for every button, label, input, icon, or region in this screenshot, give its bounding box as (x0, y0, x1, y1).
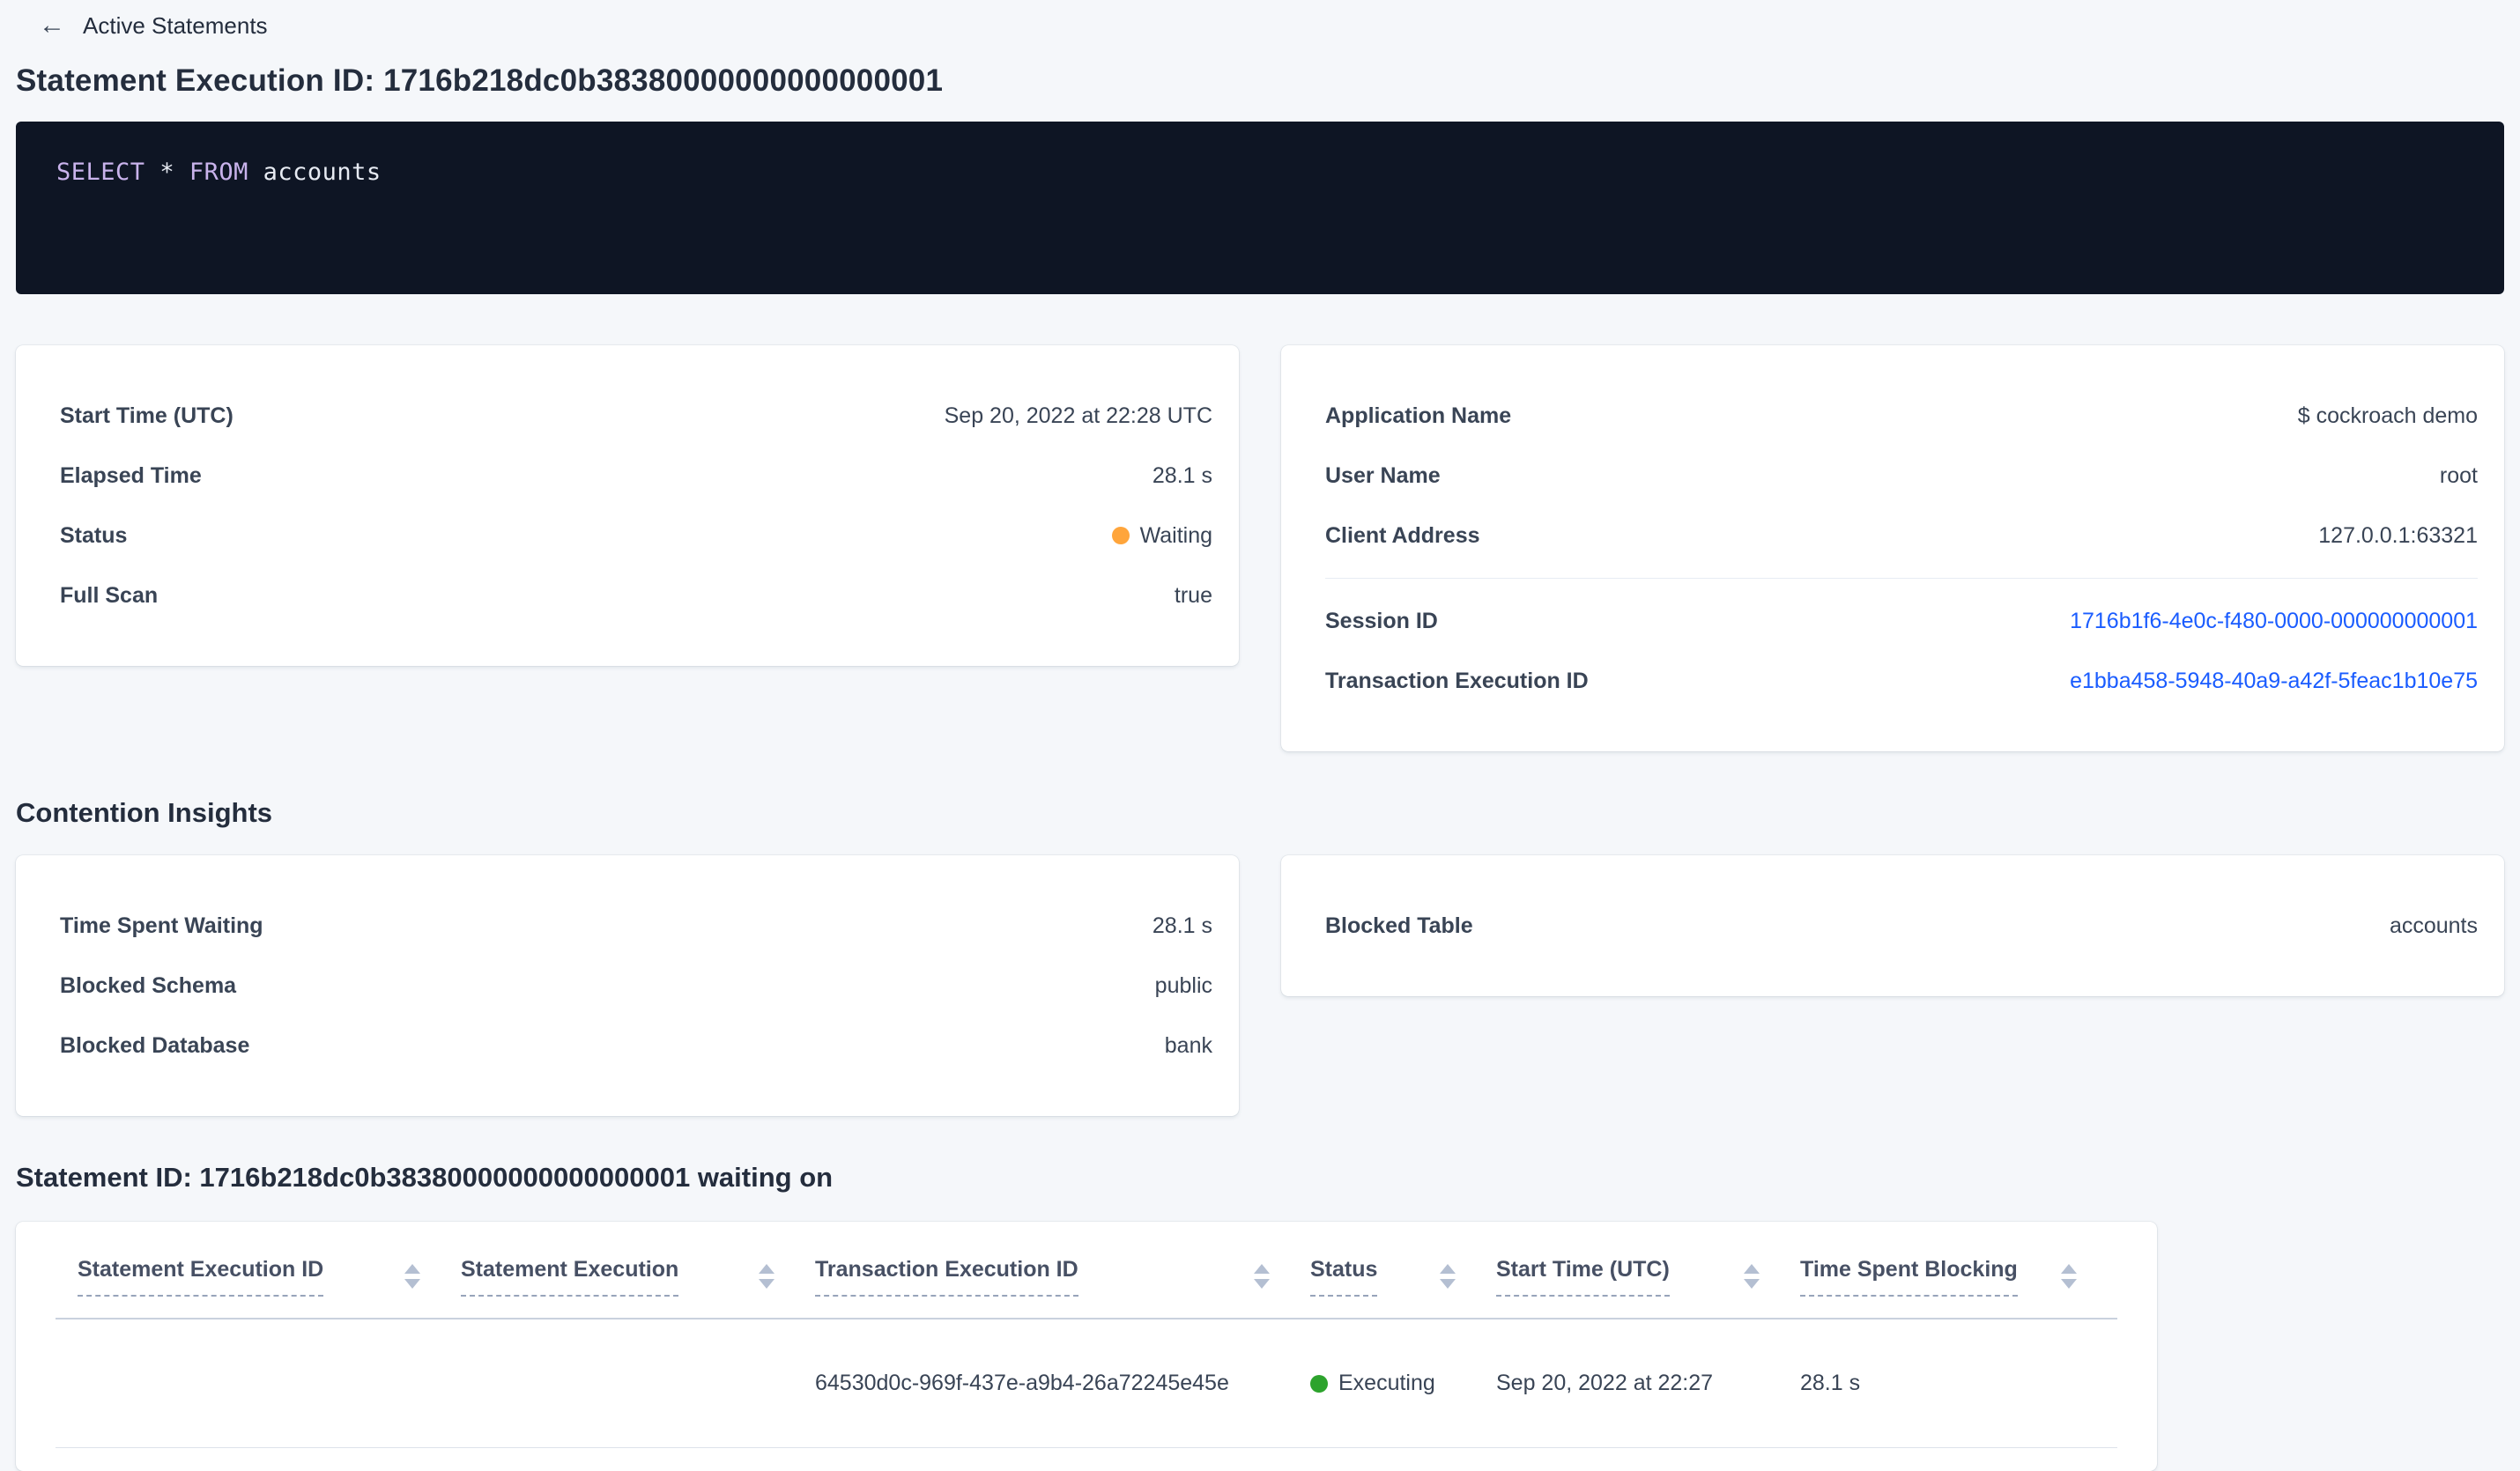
statement-overview-card: Start Time (UTC) Sep 20, 2022 at 22:28 U… (16, 345, 1239, 666)
session-id-link[interactable]: 1716b1f6-4e0c-f480-0000-000000000001 (2070, 609, 2478, 634)
kv-label: Blocked Schema (60, 972, 237, 998)
column-header-time-spent-blocking: Time Spent Blocking (1800, 1257, 2117, 1318)
contention-details-card: Time Spent Waiting 28.1 s Blocked Schema… (16, 855, 1239, 1116)
sql-table-name: accounts (263, 159, 382, 186)
kv-label: Application Name (1325, 403, 1512, 428)
column-header-label[interactable]: Time Spent Blocking (1800, 1257, 2018, 1297)
kv-row-client-address: Client Address 127.0.0.1:63321 (1325, 506, 2478, 565)
back-to-active-statements-link[interactable]: ← Active Statements (39, 7, 2504, 44)
kv-value: Sep 20, 2022 at 22:28 UTC (944, 403, 1212, 428)
kv-row-elapsed-time: Elapsed Time 28.1 s (60, 446, 1212, 506)
kv-label: Client Address (1325, 522, 1480, 548)
kv-row-status: Status Waiting (60, 506, 1212, 565)
kv-label: Blocked Database (60, 1032, 250, 1058)
kv-label: Status (60, 522, 128, 548)
kv-value: 127.0.0.1:63321 (2318, 522, 2478, 548)
transaction-execution-id-link[interactable]: e1bba458-5948-40a9-a42f-5feac1b10e75 (2070, 669, 2478, 694)
column-header-start-time: Start Time (UTC) (1496, 1257, 1800, 1318)
column-header-label[interactable]: Transaction Execution ID (815, 1257, 1078, 1297)
kv-label: Session ID (1325, 608, 1438, 633)
column-header-statement-execution-id: Statement Execution ID (56, 1257, 461, 1318)
kv-value: public (1154, 972, 1212, 998)
waiting-on-heading: Statement ID: 1716b218dc0b38380000000000… (16, 1162, 834, 1193)
kv-label: Time Spent Waiting (60, 913, 263, 938)
sql-statement-box: SELECT * FROM accounts (16, 122, 2504, 294)
sort-icon[interactable] (759, 1264, 775, 1289)
kv-row-application-name: Application Name $ cockroach demo (1325, 386, 2478, 446)
kv-row-time-spent-waiting: Time Spent Waiting 28.1 s (60, 896, 1212, 956)
kv-label: Full Scan (60, 582, 159, 608)
status-text: Executing (1338, 1371, 1435, 1395)
kv-row-start-time: Start Time (UTC) Sep 20, 2022 at 22:28 U… (60, 386, 1212, 446)
kv-label: Blocked Table (1325, 913, 1473, 938)
sql-keyword: SELECT (56, 159, 145, 186)
cell-status: Executing (1310, 1371, 1496, 1396)
kv-value: accounts (2389, 913, 2478, 938)
column-header-label[interactable]: Status (1310, 1257, 1378, 1297)
kv-label: Transaction Execution ID (1325, 668, 1589, 693)
table-header-row: Statement Execution ID Statement Executi… (56, 1222, 2117, 1319)
column-header-label[interactable]: Start Time (UTC) (1496, 1257, 1670, 1297)
kv-label: Elapsed Time (60, 462, 202, 488)
cell-transaction-execution-id: 64530d0c-969f-437e-a9b4-26a72245e45e (815, 1371, 1229, 1395)
kv-label: User Name (1325, 462, 1441, 488)
status-value: Waiting (1111, 522, 1212, 549)
summary-cards-row: Start Time (UTC) Sep 20, 2022 at 22:28 U… (16, 345, 2504, 751)
sql-statement-text: SELECT * FROM accounts (56, 159, 382, 186)
kv-row-blocked-schema: Blocked Schema public (60, 956, 1212, 1016)
kv-row-blocked-table: Blocked Table accounts (1325, 896, 2478, 956)
kv-row-transaction-execution-id: Transaction Execution ID e1bba458-5948-4… (1325, 651, 2478, 711)
kv-value: 28.1 s (1152, 913, 1212, 938)
column-header-transaction-execution-id: Transaction Execution ID (815, 1257, 1310, 1318)
sort-icon[interactable] (1440, 1264, 1456, 1289)
sort-icon[interactable] (1744, 1264, 1760, 1289)
status-text: Waiting (1139, 522, 1212, 548)
kv-value: 28.1 s (1152, 462, 1212, 488)
card-divider (1325, 578, 2478, 579)
kv-label: Start Time (UTC) (60, 403, 233, 428)
kv-row-full-scan: Full Scan true (60, 565, 1212, 625)
back-arrow-icon: ← (39, 11, 65, 40)
page-title: Statement Execution ID: 1716b218dc0b3838… (16, 63, 944, 98)
kv-value: root (2439, 462, 2478, 488)
sort-icon[interactable] (1254, 1264, 1270, 1289)
column-header-statement-execution: Statement Execution (461, 1257, 815, 1318)
sql-star: * (159, 159, 175, 186)
statement-execution-page: ← Active Statements Statement Execution … (0, 0, 2520, 1471)
column-header-label[interactable]: Statement Execution ID (78, 1257, 324, 1297)
waiting-status-dot-icon (1111, 527, 1130, 544)
executing-status-dot-icon (1310, 1374, 1328, 1393)
kv-row-session-id: Session ID 1716b1f6-4e0c-f480-0000-00000… (1325, 591, 2478, 651)
cell-time-spent-blocking: 28.1 s (1800, 1371, 1861, 1395)
kv-value: $ cockroach demo (2297, 403, 2478, 428)
sql-keyword: FROM (189, 159, 248, 186)
breadcrumb-label: Active Statements (83, 11, 268, 39)
kv-value: true (1174, 582, 1212, 608)
kv-value: bank (1164, 1032, 1212, 1058)
column-header-label[interactable]: Statement Execution (461, 1257, 679, 1297)
session-details-card: Application Name $ cockroach demo User N… (1281, 345, 2504, 751)
contention-insights-heading: Contention Insights (16, 797, 273, 828)
blocked-table-card: Blocked Table accounts (1281, 855, 2504, 996)
sort-icon[interactable] (404, 1264, 420, 1289)
contention-cards-row: Time Spent Waiting 28.1 s Blocked Schema… (16, 855, 2504, 1116)
sort-icon[interactable] (2061, 1264, 2077, 1289)
table-row: 64530d0c-969f-437e-a9b4-26a72245e45e Exe… (56, 1319, 2117, 1448)
kv-row-user-name: User Name root (1325, 446, 2478, 506)
column-header-status: Status (1310, 1257, 1496, 1318)
kv-row-blocked-database: Blocked Database bank (60, 1016, 1212, 1076)
cell-start-time: Sep 20, 2022 at 22:27 (1496, 1371, 1714, 1395)
waiting-statements-table: Statement Execution ID Statement Executi… (16, 1222, 2157, 1471)
